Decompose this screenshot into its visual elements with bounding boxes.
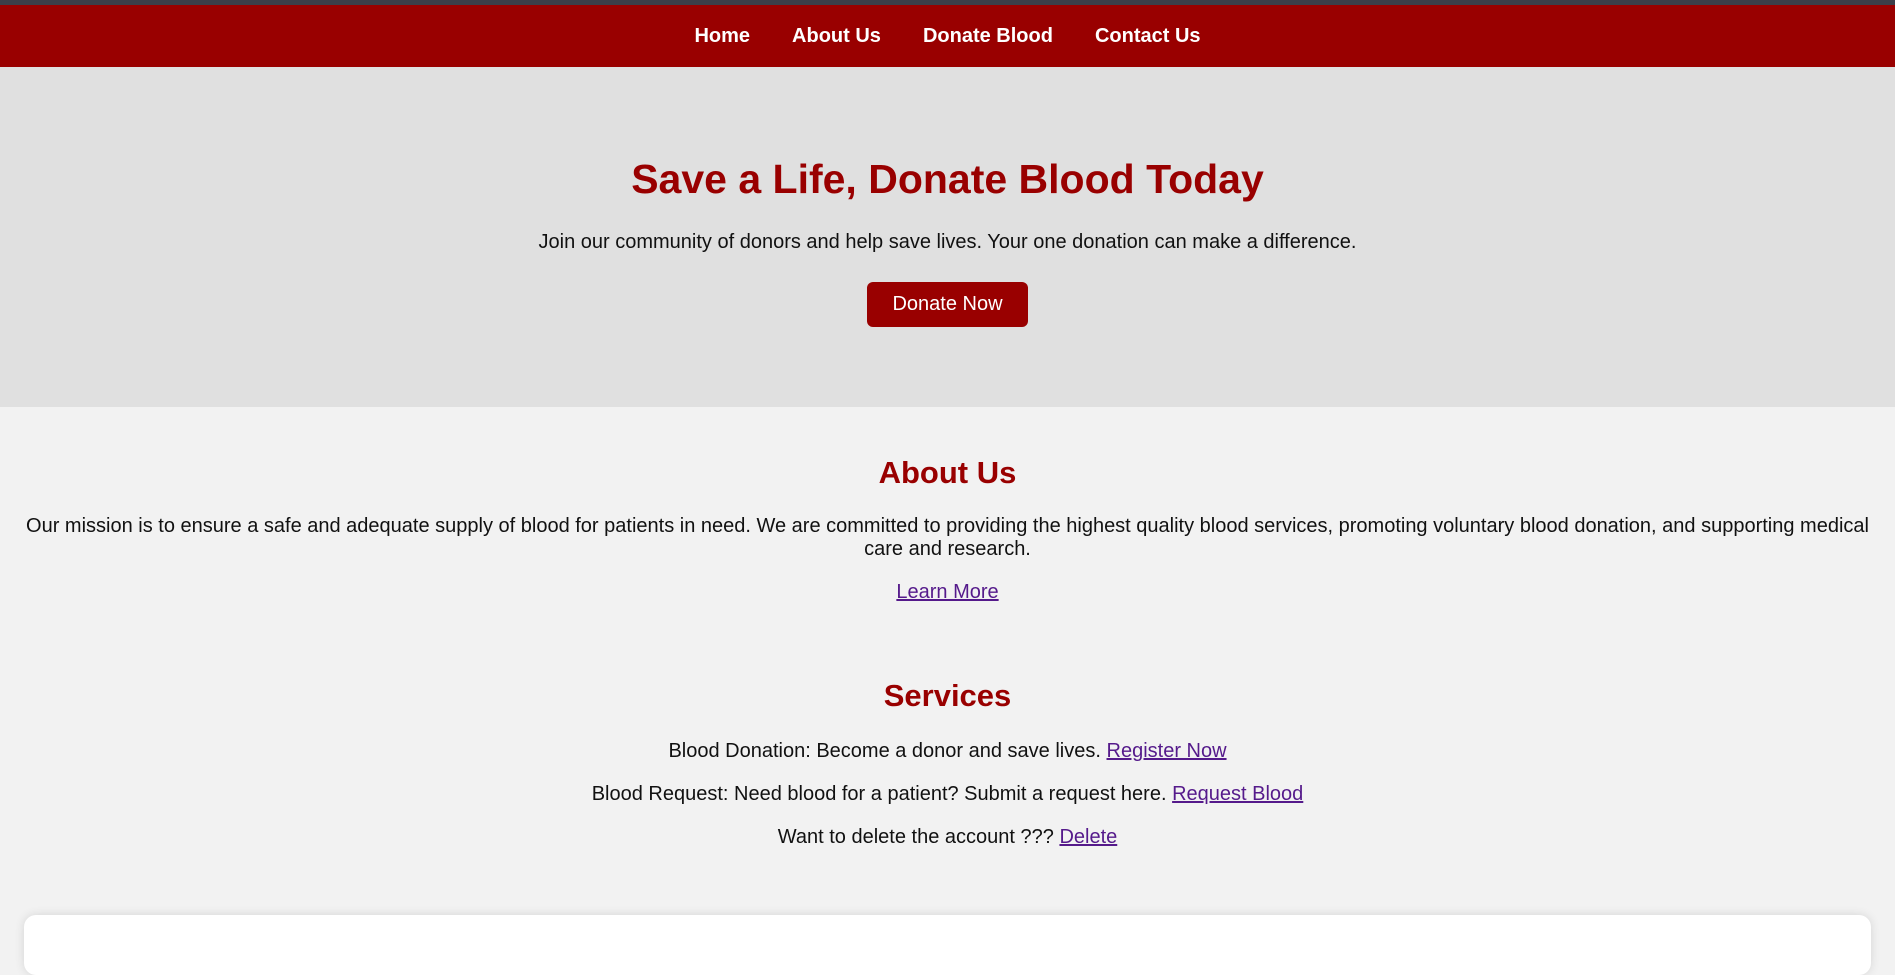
nav-item-about-us[interactable]: About Us [792,25,881,48]
hero-section: Save a Life, Donate Blood Today Join our… [0,67,1895,407]
nav-item-contact-us[interactable]: Contact Us [1095,25,1201,48]
register-now-link[interactable]: Register Now [1107,740,1227,762]
services-heading: Services [883,678,1012,713]
delete-account-link[interactable]: Delete [1059,826,1117,848]
request-blood-link[interactable]: Request Blood [1172,783,1303,805]
services-section: Services Blood Donation: Become a donor … [0,678,1895,849]
service-item-blood-request: Blood Request: Need blood for a patient?… [0,783,1895,806]
hero-subtitle: Join our community of donors and help sa… [538,231,1357,253]
learn-more-link[interactable]: Learn More [0,581,1895,604]
hero-title: Save a Life, Donate Blood Today [631,156,1264,202]
content-card [24,915,1871,975]
about-heading: About Us [878,455,1017,490]
about-section: About Us Our mission is to ensure a safe… [0,455,1895,604]
nav-item-donate-blood[interactable]: Donate Blood [923,25,1053,48]
service-item-blood-donation: Blood Donation: Become a donor and save … [0,740,1895,763]
main-navbar: Home About Us Donate Blood Contact Us [0,5,1895,67]
service-text: Blood Request: Need blood for a patient?… [591,783,1167,805]
service-item-delete-account: Want to delete the account ??? Delete [0,826,1895,849]
service-text: Want to delete the account ??? [777,826,1054,848]
donate-now-button[interactable]: Donate Now [867,282,1028,327]
about-mission-text: Our mission is to ensure a safe and adeq… [26,515,1869,560]
service-text: Blood Donation: Become a donor and save … [668,740,1101,762]
nav-item-home[interactable]: Home [694,25,750,48]
